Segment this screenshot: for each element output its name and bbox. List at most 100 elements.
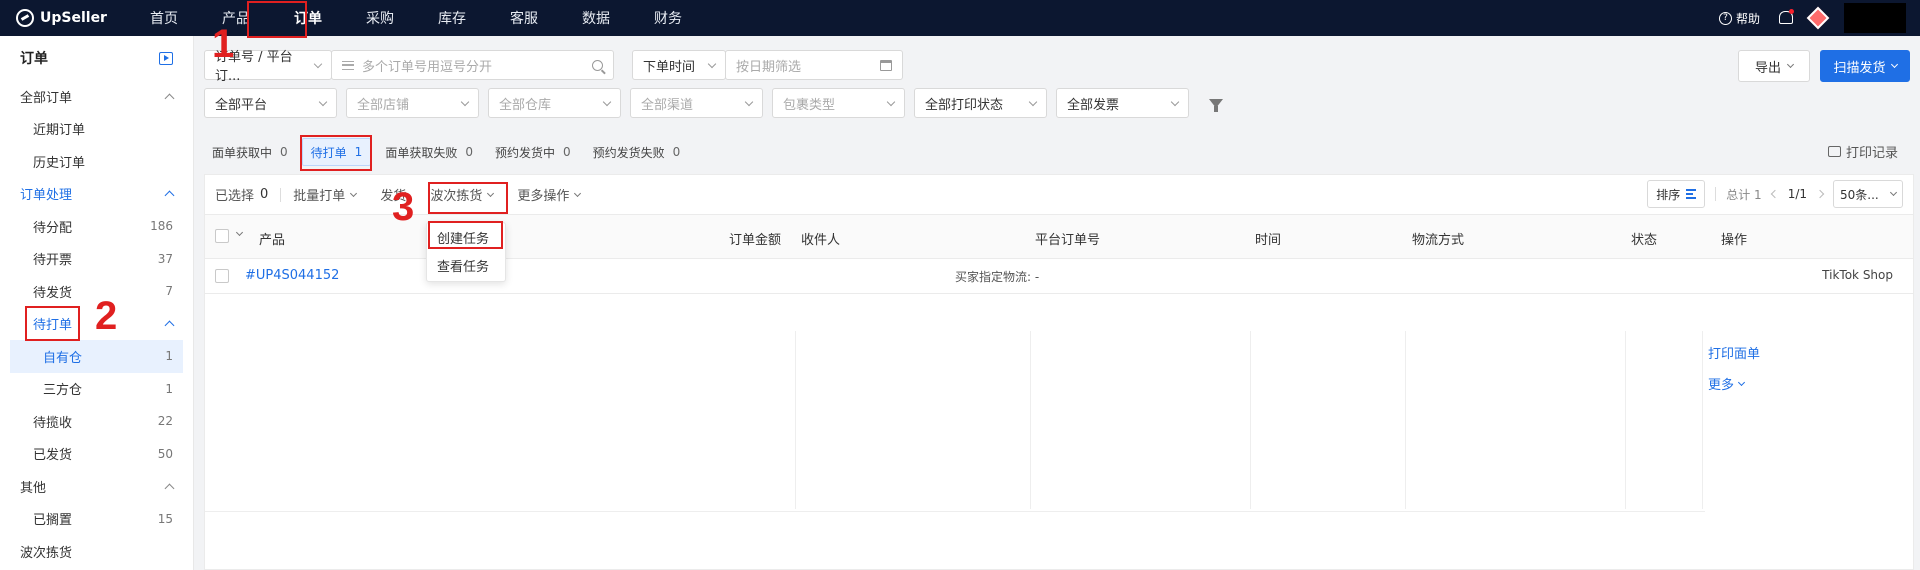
chevron-down-icon bbox=[1890, 60, 1898, 69]
store-select[interactable]: 全部店铺 bbox=[346, 88, 479, 118]
order-number-link[interactable]: #UP4S044152 bbox=[245, 268, 339, 283]
sidebar-group-all-orders[interactable]: 全部订单 bbox=[0, 80, 193, 113]
column-header-status: 状态 bbox=[1631, 233, 1658, 248]
batch-print-button[interactable]: 批量打单 bbox=[281, 175, 368, 215]
date-placeholder: 按日期筛选 bbox=[736, 59, 802, 75]
search-icon[interactable] bbox=[592, 59, 603, 71]
tab-fetching-label[interactable]: 面单获取中 0 bbox=[204, 138, 296, 166]
chevron-down-icon bbox=[1170, 97, 1180, 106]
sidebar-item-recent-orders[interactable]: 近期订单 bbox=[0, 113, 193, 146]
tab-count: 0 bbox=[465, 145, 473, 159]
divider bbox=[1702, 331, 1703, 509]
sidebar-item-label: 三方仓 bbox=[43, 383, 83, 399]
annotation-box-wave-picking bbox=[428, 182, 508, 214]
order-search-input[interactable]: 多个订单号用逗号分开 bbox=[331, 50, 614, 80]
chevron-down-icon[interactable] bbox=[235, 228, 244, 237]
user-avatar[interactable] bbox=[1844, 3, 1906, 33]
nav-item-data[interactable]: 数据 bbox=[560, 0, 632, 36]
column-header-logistics: 物流方式 bbox=[1412, 233, 1465, 248]
help-link[interactable]: ? 帮助 bbox=[1718, 10, 1760, 27]
nav-item-home[interactable]: 首页 bbox=[128, 0, 200, 36]
select-all-checkbox[interactable] bbox=[215, 229, 229, 243]
sort-button[interactable]: 排序 bbox=[1647, 180, 1706, 208]
channel-select[interactable]: 全部渠道 bbox=[630, 88, 763, 118]
divider bbox=[1030, 331, 1031, 509]
tab-booking-failed[interactable]: 预约发货失败 0 bbox=[585, 138, 689, 166]
invoice-select[interactable]: 全部发票 bbox=[1056, 88, 1189, 118]
sidebar-group-processing[interactable]: 订单处理 bbox=[0, 178, 193, 211]
page-size-select[interactable]: 50条... bbox=[1833, 180, 1903, 208]
nav-item-inventory[interactable]: 库存 bbox=[416, 0, 488, 36]
more-operations-button[interactable]: 更多操作 bbox=[505, 175, 592, 215]
nav-item-purchase[interactable]: 采购 bbox=[344, 0, 416, 36]
scan-ship-label: 扫描发货 bbox=[1833, 60, 1886, 76]
package-type-select[interactable]: 包裹类型 bbox=[772, 88, 905, 118]
sidebar-item-own-warehouse[interactable]: 自有仓 1 bbox=[10, 340, 183, 373]
invoice-value: 全部发票 bbox=[1067, 97, 1120, 113]
sidebar-item-wave-picking[interactable]: 波次拣货 bbox=[0, 535, 193, 568]
sidebar-item-count: 1 bbox=[165, 349, 173, 364]
sidebar-item-label: 历史订单 bbox=[33, 155, 86, 171]
sidebar-group-label: 全部订单 bbox=[20, 90, 73, 106]
store-value: 全部店铺 bbox=[357, 97, 410, 113]
sidebar-item-to-pickup[interactable]: 待揽收 22 bbox=[0, 405, 193, 438]
sidebar-item-label: 待发货 bbox=[33, 285, 73, 301]
date-range-input[interactable]: 按日期筛选 bbox=[725, 50, 903, 80]
annotation-box-to-print-tab bbox=[300, 135, 372, 171]
channel-value: 全部渠道 bbox=[641, 97, 694, 113]
sidebar-item-to-invoice[interactable]: 待开票 37 bbox=[0, 243, 193, 276]
sidebar-group-other[interactable]: 其他 bbox=[0, 470, 193, 503]
collapse-sidebar-icon[interactable] bbox=[159, 51, 173, 65]
more-operations-label: 更多操作 bbox=[517, 189, 570, 204]
column-header-time: 时间 bbox=[1255, 233, 1282, 248]
warehouse-select[interactable]: 全部仓库 bbox=[488, 88, 621, 118]
vip-gem-icon[interactable] bbox=[1806, 6, 1830, 30]
export-button[interactable]: 导出 bbox=[1738, 50, 1810, 82]
nav-item-finance[interactable]: 财务 bbox=[632, 0, 704, 36]
sidebar-item-count: 15 bbox=[157, 511, 173, 526]
page-indicator: 1/1 bbox=[1787, 187, 1807, 201]
next-page-icon[interactable] bbox=[1815, 189, 1825, 199]
sidebar-item-shelved[interactable]: 已搁置 15 bbox=[0, 503, 193, 536]
sidebar-item-third-warehouse[interactable]: 三方仓 1 bbox=[0, 373, 193, 406]
sidebar-item-label: 待开票 bbox=[33, 253, 73, 269]
page-size-value: 50条... bbox=[1840, 187, 1879, 202]
sidebar-item-label: 待揽收 bbox=[33, 415, 73, 431]
notification-bell-icon[interactable] bbox=[1778, 9, 1794, 26]
platform-select[interactable]: 全部平台 bbox=[204, 88, 337, 118]
print-log-link[interactable]: 打印记录 bbox=[1827, 142, 1898, 161]
column-header-platform-order: 平台订单号 bbox=[1035, 233, 1101, 248]
time-type-select[interactable]: 下单时间 bbox=[632, 50, 726, 80]
chevron-up-icon bbox=[164, 93, 175, 104]
print-label-link[interactable]: 打印面单 bbox=[1708, 343, 1760, 362]
chevron-up-icon bbox=[164, 320, 175, 331]
more-actions-link[interactable]: 更多 bbox=[1708, 374, 1760, 393]
sidebar-item-to-assign[interactable]: 待分配 186 bbox=[0, 210, 193, 243]
row-checkbox[interactable] bbox=[215, 269, 229, 283]
divider bbox=[1250, 331, 1251, 509]
sidebar-item-label: 已发货 bbox=[33, 448, 73, 464]
divider bbox=[795, 331, 796, 509]
annotation-number-1: 1 bbox=[212, 22, 235, 66]
tab-label-failed[interactable]: 面单获取失败 0 bbox=[377, 138, 481, 166]
scan-ship-button[interactable]: 扫描发货 bbox=[1820, 50, 1910, 82]
sidebar-item-shipped[interactable]: 已发货 50 bbox=[0, 438, 193, 471]
sidebar-item-count: 22 bbox=[157, 414, 173, 429]
row-actions: 打印面单 更多 bbox=[1708, 343, 1760, 393]
chevron-down-icon bbox=[1786, 60, 1795, 69]
print-log-label: 打印记录 bbox=[1845, 146, 1898, 161]
print-status-select[interactable]: 全部打印状态 bbox=[914, 88, 1047, 118]
app-logo[interactable]: UpSeller bbox=[0, 9, 120, 27]
prev-page-icon[interactable] bbox=[1770, 189, 1779, 199]
view-task-menu-item[interactable]: 查看任务 bbox=[427, 251, 505, 279]
tab-booking[interactable]: 预约发货中 0 bbox=[487, 138, 579, 166]
platform-value: 全部平台 bbox=[215, 97, 268, 113]
sidebar-item-count: 37 bbox=[157, 251, 173, 266]
nav-item-service[interactable]: 客服 bbox=[488, 0, 560, 36]
filter-funnel-icon[interactable] bbox=[1209, 99, 1223, 112]
tab-count: 0 bbox=[562, 145, 571, 159]
divider bbox=[1625, 331, 1626, 509]
tab-label: 面单获取失败 bbox=[385, 145, 458, 160]
sidebar-item-count: 7 bbox=[165, 284, 173, 299]
sidebar-item-history-orders[interactable]: 历史订单 bbox=[0, 145, 193, 178]
